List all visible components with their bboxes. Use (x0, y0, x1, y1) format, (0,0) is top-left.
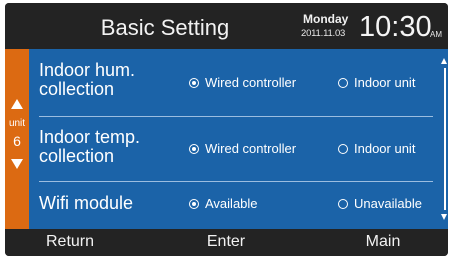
row-label-line: Indoor hum. (39, 60, 136, 80)
unit-up-arrow-icon[interactable] (11, 99, 23, 109)
row-indoor-temp: Indoor temp. collection Wired controller… (29, 121, 429, 177)
radio-unselected-icon (338, 144, 348, 154)
radio-selected-icon (189, 199, 199, 209)
option-indoor-unit[interactable]: Indoor unit (338, 141, 415, 156)
day-label: Monday (303, 12, 349, 26)
unit-selector: unit 6 (5, 49, 29, 229)
scroll-down-icon[interactable] (441, 214, 447, 220)
clock-time: 10:30 (359, 11, 432, 43)
row-wifi-module: Wifi module Available Unavailable (29, 185, 429, 225)
option-label: Wired controller (205, 141, 297, 156)
page-title: Basic Setting (100, 15, 230, 40)
option-unavailable[interactable]: Unavailable (338, 196, 422, 211)
option-label: Indoor unit (354, 75, 416, 90)
row-indoor-hum: Indoor hum. collection Wired controller … (29, 55, 429, 111)
controller-screen: Basic Setting Monday 2011.11.03 10:30 AM… (5, 3, 448, 256)
option-label: Indoor unit (354, 141, 416, 156)
return-button[interactable]: Return (35, 233, 105, 251)
date-label: 2011.11.03 (301, 28, 346, 39)
row-label: Indoor temp. collection (39, 128, 140, 166)
radio-unselected-icon (338, 78, 348, 88)
row-label-line: collection (39, 79, 115, 99)
row-divider (39, 116, 433, 117)
unit-number: 6 (13, 133, 21, 149)
option-wired-controller[interactable]: Wired controller (189, 75, 296, 90)
settings-panel: Indoor hum. collection Wired controller … (29, 49, 448, 229)
clock-ampm: AM (430, 30, 442, 39)
option-label: Available (205, 196, 258, 211)
row-label: Indoor hum. collection (39, 61, 135, 99)
row-label-line: collection (39, 146, 115, 166)
row-label: Wifi module (39, 194, 133, 213)
enter-button[interactable]: Enter (191, 233, 261, 251)
scroll-up-icon[interactable] (441, 58, 447, 64)
row-label-line: Indoor temp. (39, 127, 141, 147)
unit-label: unit (8, 118, 26, 129)
unit-down-arrow-icon[interactable] (11, 159, 23, 169)
row-divider (39, 181, 433, 182)
option-wired-controller[interactable]: Wired controller (189, 141, 296, 156)
option-available[interactable]: Available (189, 196, 258, 211)
header-bar: Basic Setting Monday 2011.11.03 10:30 AM (5, 3, 448, 49)
option-label: Unavailable (354, 196, 422, 211)
option-label: Wired controller (205, 75, 297, 90)
option-indoor-unit[interactable]: Indoor unit (338, 75, 415, 90)
radio-selected-icon (189, 78, 199, 88)
radio-selected-icon (189, 144, 199, 154)
footer-bar: Return Enter Main (5, 229, 448, 256)
radio-unselected-icon (338, 199, 348, 209)
main-button[interactable]: Main (348, 233, 418, 251)
row-label-line: Wifi module (39, 193, 134, 213)
scrollbar[interactable] (444, 68, 446, 210)
